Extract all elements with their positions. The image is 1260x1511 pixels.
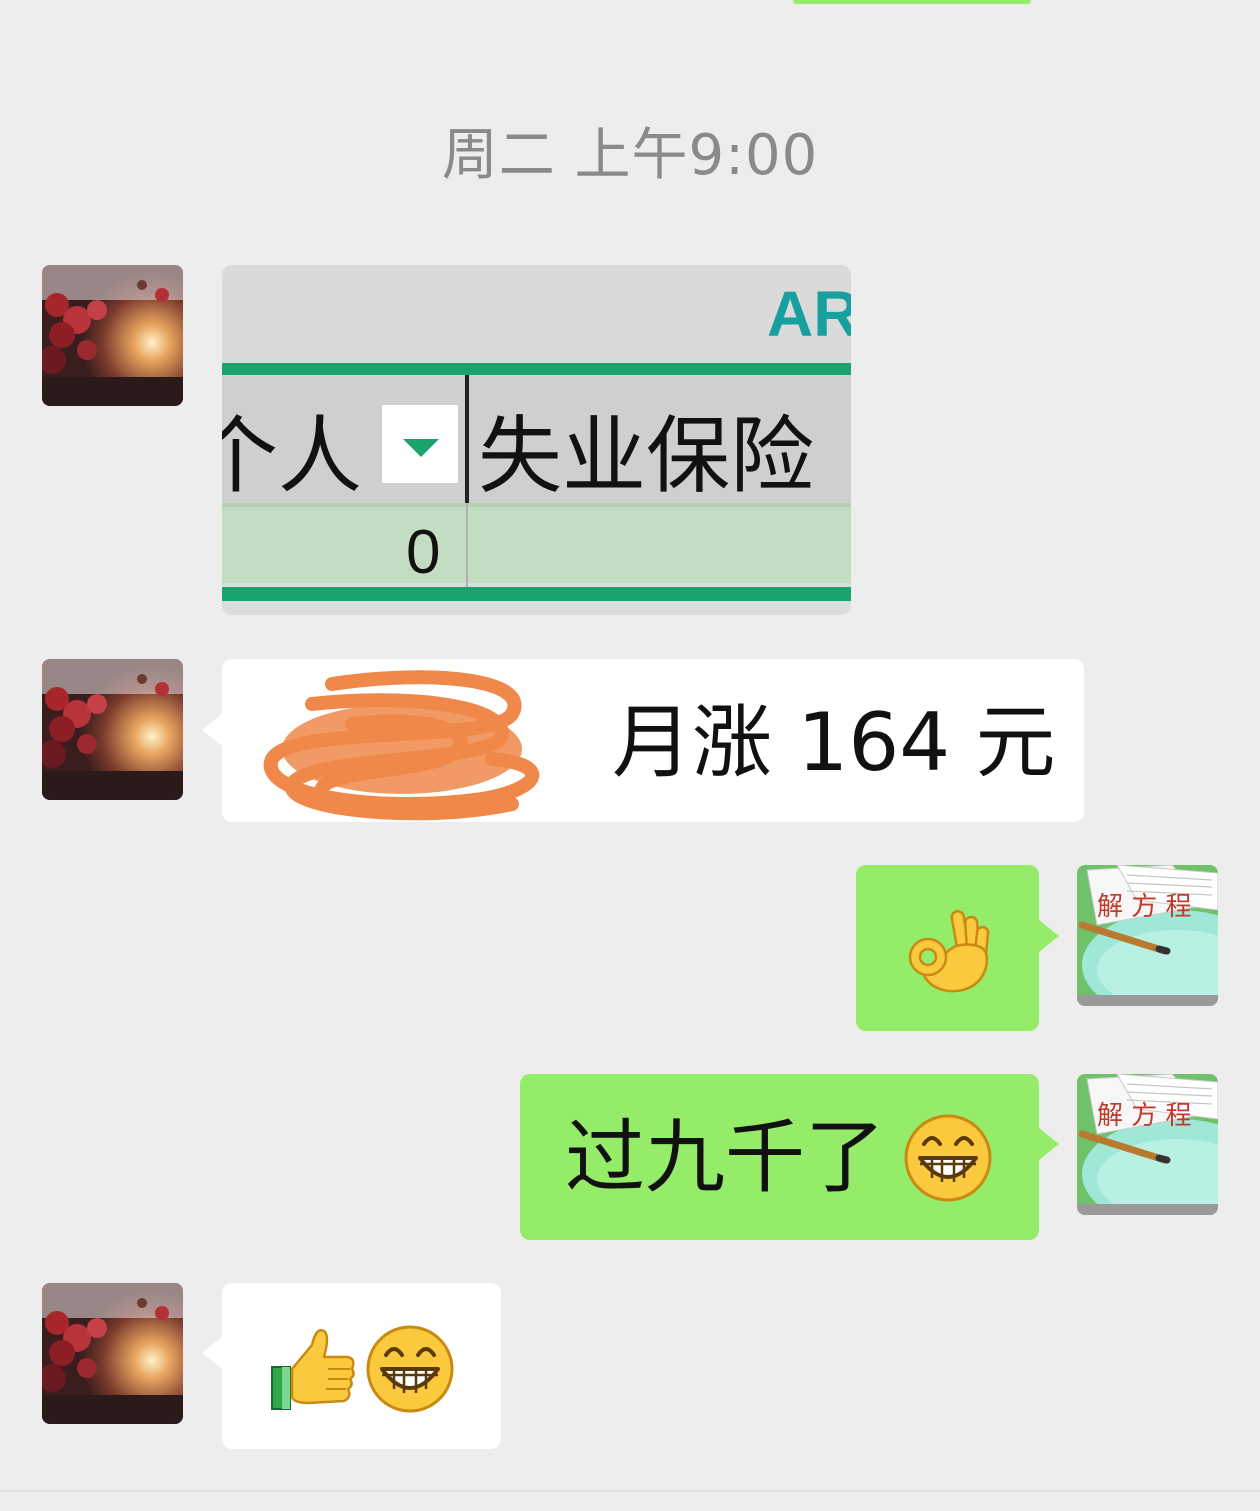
sunset-photo-icon (42, 1283, 183, 1424)
chat-timestamp: 周二 上午9:00 (441, 123, 819, 188)
dropdown-arrow-icon (403, 439, 439, 457)
scribble-redaction-icon (263, 670, 540, 821)
solve-equation-avatar-icon: 解 方 程 (1077, 865, 1218, 1006)
column-separator (465, 375, 469, 503)
solve-equation-avatar-icon: 解 方 程 (1077, 1074, 1218, 1215)
filter-dropdown-button[interactable] (382, 405, 458, 483)
contact-avatar[interactable] (42, 1283, 183, 1424)
sheet-data-row (222, 503, 851, 583)
message-text: 过九千了 (565, 1111, 885, 1204)
bubble-tail (202, 1337, 222, 1369)
bubble-tail (202, 714, 222, 746)
contact-avatar[interactable] (42, 265, 183, 406)
sunset-photo-icon (42, 265, 183, 406)
message-text: 月涨 164 元 (612, 696, 1056, 789)
sheet-header-fragment: AR (767, 278, 851, 350)
avatar-text: 解 方 程 (1097, 892, 1192, 922)
bottom-divider (0, 1490, 1260, 1492)
sunset-photo-icon (42, 659, 183, 800)
bubble-tail (1039, 1128, 1059, 1160)
grin-emoji-icon (366, 1325, 454, 1413)
thumbs-up-emoji-icon (271, 1329, 355, 1410)
previous-message-bubble-edge (793, 0, 1031, 4)
my-avatar[interactable]: 解 方 程 (1077, 1074, 1218, 1215)
sheet-col2-header: 失业保险 (478, 407, 815, 505)
grin-emoji-icon (904, 1114, 992, 1202)
message-bubble-sent[interactable] (856, 865, 1039, 1031)
message-bubble-received[interactable] (222, 1283, 501, 1449)
sheet-col1-header: 个人 (222, 407, 363, 505)
avatar-text: 解 方 程 (1097, 1101, 1192, 1131)
shared-spreadsheet-image[interactable]: AR 个人 失业保险 0 (222, 265, 851, 615)
sheet-header-rule (222, 363, 851, 375)
my-avatar[interactable]: 解 方 程 (1077, 865, 1218, 1006)
sheet-footer-rule (222, 587, 851, 601)
ok-hand-emoji-icon (908, 909, 990, 993)
message-bubble-received[interactable]: 月涨 164 元 (222, 659, 1084, 822)
contact-avatar[interactable] (42, 659, 183, 800)
row-divider (222, 503, 851, 507)
sheet-cell-value: 0 (406, 518, 441, 587)
bubble-tail (1039, 920, 1059, 952)
message-bubble-sent[interactable]: 过九千了 (520, 1074, 1039, 1240)
sheet-bottom-area (222, 601, 851, 615)
sheet-top-area (222, 265, 851, 365)
